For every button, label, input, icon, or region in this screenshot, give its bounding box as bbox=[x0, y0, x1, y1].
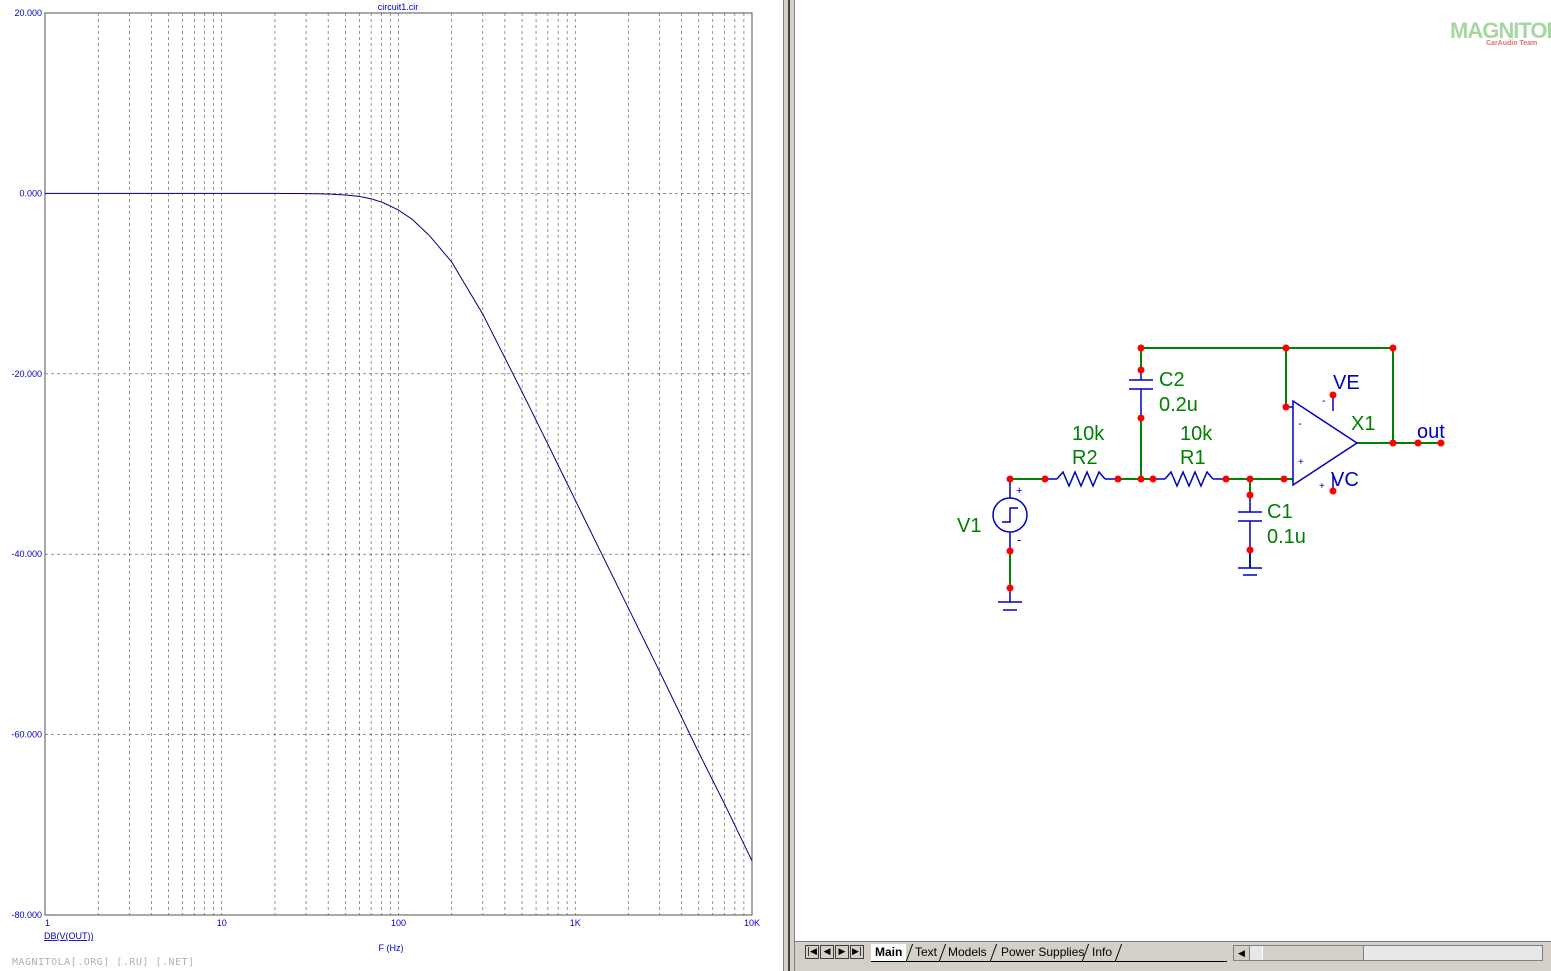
tab-info[interactable]: Info bbox=[1088, 944, 1116, 961]
tab-power-supplies[interactable]: Power Supplies bbox=[997, 944, 1088, 961]
splitter-line bbox=[788, 0, 790, 971]
c2-value-label[interactable]: 0.2u bbox=[1159, 394, 1198, 416]
x-axis-label: F (Hz) bbox=[379, 943, 404, 953]
x-tick-label: 100 bbox=[391, 918, 406, 928]
v1-minus-sign: - bbox=[1017, 532, 1021, 547]
resistor-r1 bbox=[1164, 470, 1214, 488]
tab-underline bbox=[871, 961, 1227, 962]
y-tick-label: -40.000 bbox=[11, 549, 42, 559]
vc-plus-sign: + bbox=[1319, 481, 1325, 492]
tab-text[interactable]: Text bbox=[911, 944, 941, 961]
v1-label[interactable]: V1 bbox=[957, 515, 981, 537]
x-tick-label: 1 bbox=[45, 918, 50, 928]
schematic-pane[interactable]: 10k R2 10k R1 C2 0.2u C1 0.1u V1 X1 VE V… bbox=[795, 0, 1551, 941]
first-tab-icon[interactable]: |◀ bbox=[805, 945, 819, 959]
prev-tab-icon[interactable]: ◀ bbox=[820, 945, 834, 959]
magnitola-logo: MAGNITOLA CarAudio Team bbox=[1450, 18, 1551, 50]
horizontal-scrollbar[interactable]: ◀ bbox=[1233, 945, 1543, 961]
y-tick-label: -20.000 bbox=[11, 369, 42, 379]
ve-label[interactable]: VE bbox=[1333, 372, 1360, 394]
x-axis-ticks: 1 10 100 1K 10K bbox=[45, 918, 760, 928]
vc-label[interactable]: VC bbox=[1331, 469, 1359, 491]
y-tick-label: -80.000 bbox=[11, 910, 42, 920]
schematic-canvas[interactable]: 10k R2 10k R1 C2 0.2u C1 0.1u V1 X1 VE V… bbox=[795, 0, 1551, 941]
r2-value-label[interactable]: 10k bbox=[1072, 423, 1105, 445]
x1-label[interactable]: X1 bbox=[1351, 413, 1375, 435]
last-tab-icon[interactable]: ▶| bbox=[850, 945, 864, 959]
scroll-thumb[interactable] bbox=[1262, 946, 1364, 960]
tab-models[interactable]: Models bbox=[944, 944, 991, 961]
resistor-r2 bbox=[1056, 470, 1106, 488]
r2-name-label[interactable]: R2 bbox=[1072, 447, 1098, 469]
opamp-minus-sign: - bbox=[1298, 418, 1302, 430]
sheet-tab-bar: |◀ ◀ ▶ ▶| Main Text Models Power Supplie… bbox=[795, 941, 1551, 971]
x-tick-label: 1K bbox=[570, 918, 581, 928]
x-tick-label: 10K bbox=[744, 918, 760, 928]
logo-sub-text: CarAudio Team bbox=[1486, 40, 1538, 47]
bode-plot[interactable]: circuit1.cir 20.000 0.000 -20.000 -40.000 -6… bbox=[0, 0, 783, 971]
trace-db-vout[interactable] bbox=[45, 192, 753, 862]
y-axis-ticks: 20.000 0.000 -20.000 -40.000 -60.000 -80.000 bbox=[11, 8, 42, 920]
tab-main[interactable]: Main bbox=[871, 944, 907, 961]
pane-splitter[interactable] bbox=[783, 0, 795, 971]
r1-value-label[interactable]: 10k bbox=[1180, 423, 1213, 445]
x-tick-label: 10 bbox=[217, 918, 227, 928]
analysis-plot-pane[interactable]: circuit1.cir 20.000 0.000 -20.000 -40.000 -6… bbox=[0, 0, 783, 971]
out-label[interactable]: out bbox=[1417, 421, 1445, 443]
y-tick-label: 20.000 bbox=[14, 8, 42, 18]
c2-name-label[interactable]: C2 bbox=[1159, 369, 1185, 391]
v1-plus-sign: + bbox=[1016, 485, 1022, 497]
plot-grid bbox=[45, 13, 752, 915]
trace-legend-label[interactable]: DB(V(OUT)) bbox=[44, 931, 94, 941]
r1-name-label[interactable]: R1 bbox=[1180, 447, 1206, 469]
plot-title: circuit1.cir bbox=[378, 2, 419, 12]
c1-name-label[interactable]: C1 bbox=[1267, 501, 1293, 523]
scroll-left-icon[interactable]: ◀ bbox=[1234, 946, 1250, 960]
watermark-text: MAGNITOLA[.ORG] [.RU] [.NET] bbox=[12, 957, 195, 968]
opamp-plus-sign: + bbox=[1298, 457, 1304, 468]
y-tick-label: 0.000 bbox=[19, 188, 42, 198]
y-tick-label: -60.000 bbox=[11, 730, 42, 740]
next-tab-icon[interactable]: ▶ bbox=[835, 945, 849, 959]
c1-value-label[interactable]: 0.1u bbox=[1267, 526, 1306, 548]
ve-minus-sign: - bbox=[1322, 395, 1326, 407]
